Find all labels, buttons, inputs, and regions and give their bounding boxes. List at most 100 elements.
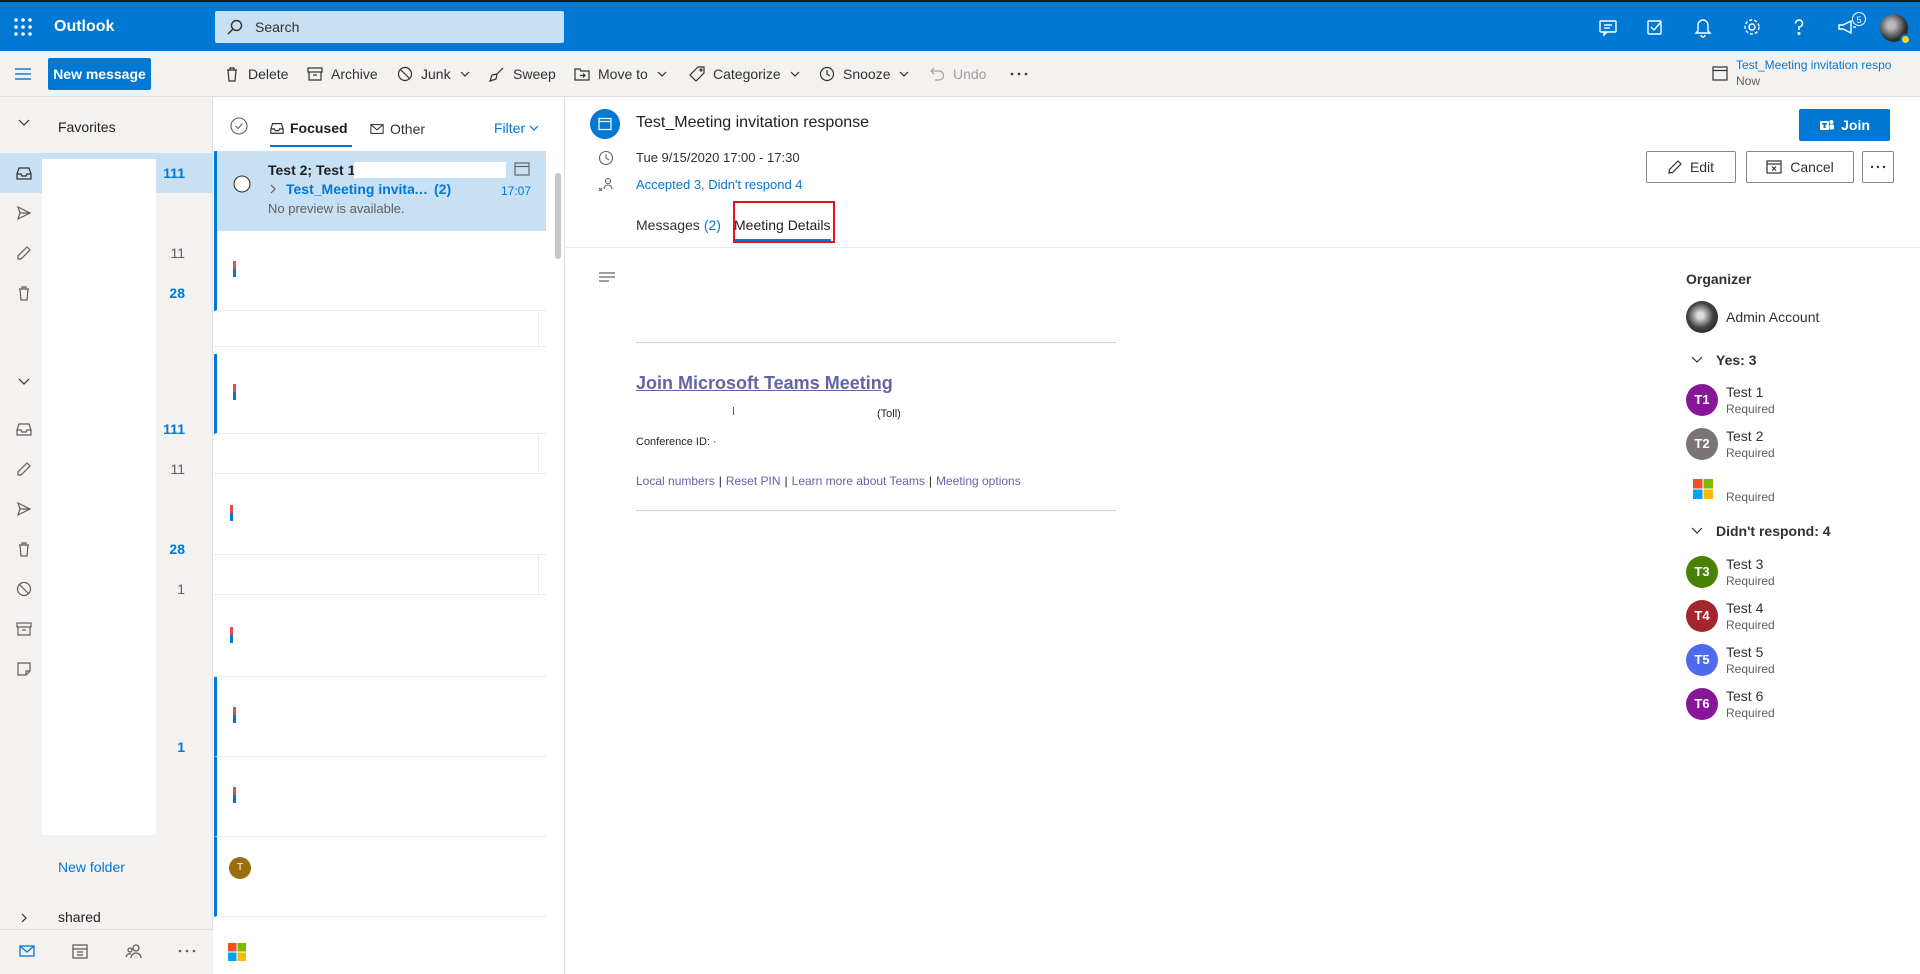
meeting-notes-icon[interactable]: [598, 271, 616, 285]
list-item[interactable]: [214, 311, 546, 347]
chevron-down-icon: [529, 125, 539, 131]
list-item[interactable]: [214, 555, 546, 595]
message-sender: Test 2; Test 1;: [268, 162, 361, 178]
list-item[interactable]: [214, 434, 546, 474]
list-item[interactable]: [214, 597, 546, 677]
tab-focused[interactable]: Focused: [270, 111, 352, 147]
yes-group-toggle[interactable]: Yes: 3: [1690, 349, 1756, 371]
attendee[interactable]: T6 Test 6 Required: [1686, 686, 1906, 726]
list-item[interactable]: [214, 677, 546, 757]
no-response-group-label: Didn't respond: 4: [1716, 523, 1831, 539]
tab-messages[interactable]: Messages (2): [636, 217, 721, 233]
select-all-checkbox[interactable]: [230, 117, 248, 135]
attendee[interactable]: T4 Test 4 Required: [1686, 598, 1906, 638]
list-item[interactable]: [214, 475, 546, 555]
app-launcher-icon[interactable]: [12, 16, 34, 38]
todo-icon[interactable]: [1644, 16, 1666, 38]
chevron-right-icon: [270, 184, 276, 194]
attendee[interactable]: T3 Test 3 Required: [1686, 554, 1906, 594]
cancel-label: Cancel: [1790, 159, 1834, 175]
junk-button[interactable]: Junk: [397, 51, 471, 97]
archive-button[interactable]: Archive: [307, 51, 378, 97]
pencil-icon: [1668, 160, 1682, 174]
search-input[interactable]: [255, 19, 545, 35]
tab-other[interactable]: Other: [370, 111, 425, 147]
avatar: T6: [1686, 688, 1718, 720]
message-select-radio[interactable]: [233, 175, 251, 193]
help-icon[interactable]: [1788, 16, 1810, 38]
message-item-selected[interactable]: Test 2; Test 1; Test_Meeting invitation …: [214, 151, 546, 231]
sweep-button[interactable]: Sweep: [489, 51, 556, 97]
list-item[interactable]: [214, 917, 546, 974]
join-button[interactable]: Join: [1799, 109, 1890, 141]
attendee[interactable]: Required: [1686, 470, 1906, 510]
organizer-person[interactable]: Admin Account: [1686, 299, 1906, 339]
category-flag-icon: [233, 787, 236, 803]
archive-icon: [307, 67, 323, 81]
reset-pin-link[interactable]: Reset PIN: [726, 474, 781, 488]
meeting-options-link[interactable]: Meeting options: [936, 474, 1021, 488]
categorize-button[interactable]: Categorize: [689, 51, 801, 97]
search-box[interactable]: [215, 11, 564, 43]
undo-button[interactable]: Undo: [929, 51, 986, 97]
edit-button[interactable]: Edit: [1646, 151, 1736, 183]
list-item[interactable]: T: [214, 837, 546, 917]
thread-count: (2): [434, 181, 452, 197]
move-to-button[interactable]: Move to: [574, 51, 668, 97]
join-teams-meeting-link[interactable]: Join Microsoft Teams Meeting: [636, 373, 893, 394]
unread-count: 111: [163, 421, 185, 437]
more-options-icon[interactable]: [1010, 51, 1036, 97]
chat-icon[interactable]: [1597, 16, 1619, 38]
meeting-reminder[interactable]: Test_Meeting invitation respo Now: [1712, 57, 1912, 93]
new-folder-link[interactable]: New folder: [58, 859, 125, 875]
attendee[interactable]: T2 Test 2 Required: [1686, 426, 1906, 466]
list-item[interactable]: [214, 231, 546, 311]
list-item[interactable]: [214, 354, 546, 434]
local-numbers-link[interactable]: Local numbers: [636, 474, 715, 488]
attendee[interactable]: T1 Test 1 Required: [1686, 382, 1906, 422]
snooze-button[interactable]: Snooze: [819, 51, 910, 97]
tab-other-label: Other: [390, 121, 426, 137]
person-role: Required: [1726, 446, 1775, 460]
more-apps-icon[interactable]: [178, 949, 196, 953]
person-name: Test 2: [1726, 428, 1764, 444]
filter-button[interactable]: Filter: [494, 120, 539, 136]
attendee[interactable]: T5 Test 5 Required: [1686, 642, 1906, 682]
scrollbar-thumb[interactable]: [555, 173, 561, 259]
attendance-summary-link[interactable]: Accepted 3, Didn't respond 4: [636, 177, 803, 192]
shared-folder-toggle[interactable]: shared: [0, 909, 213, 931]
message-list-scrollbar[interactable]: [552, 151, 564, 974]
categorize-label: Categorize: [713, 66, 781, 82]
presence-status-icon: [1900, 34, 1911, 45]
edit-label: Edit: [1689, 159, 1715, 175]
divider: [566, 247, 1920, 248]
no-response-group-toggle[interactable]: Didn't respond: 4: [1690, 520, 1831, 542]
snooze-label: Snooze: [843, 66, 891, 82]
bell-icon[interactable]: [1692, 16, 1714, 38]
delete-button[interactable]: Delete: [224, 51, 288, 97]
search-icon: [227, 19, 243, 35]
calendar-icon: [1712, 66, 1728, 81]
chevron-down-icon: [18, 378, 30, 385]
item-count: 11: [170, 461, 185, 477]
pencil-icon: [17, 462, 31, 476]
note-icon: [17, 662, 31, 676]
mail-icon[interactable]: [18, 942, 36, 960]
hamburger-menu-icon[interactable]: [14, 65, 32, 83]
app-title[interactable]: Outlook: [54, 18, 114, 36]
person-name: Test 1: [1726, 384, 1764, 400]
people-icon[interactable]: [125, 942, 143, 960]
cancel-meeting-button[interactable]: Cancel: [1746, 151, 1854, 183]
new-message-button[interactable]: New message: [48, 58, 151, 90]
divider: [636, 510, 1116, 511]
calendar-icon[interactable]: [71, 942, 89, 960]
message-subject: Test_Meeting invitation response: [286, 181, 414, 197]
chevron-down-icon: [1691, 527, 1703, 534]
favorites-label: Favorites: [58, 119, 116, 135]
more-actions-button[interactable]: [1862, 151, 1894, 183]
learn-more-teams-link[interactable]: Learn more about Teams: [792, 474, 925, 488]
unread-count: 111: [163, 165, 185, 181]
sidebar-item-folder[interactable]: 1: [0, 727, 213, 767]
gear-icon[interactable]: [1741, 16, 1763, 38]
list-item[interactable]: [214, 757, 546, 837]
